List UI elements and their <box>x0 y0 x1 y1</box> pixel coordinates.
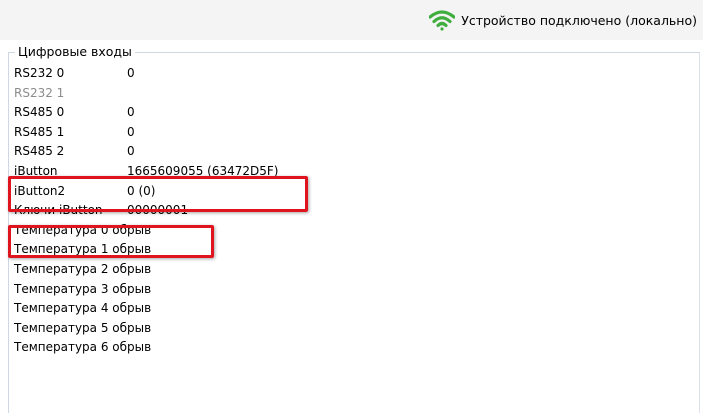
input-value: 0 (0) <box>127 183 156 198</box>
list-item: iButton 1665609055 (63472D5F) <box>14 162 278 180</box>
list-item: Температура 4 обрыв <box>14 299 151 317</box>
input-label: Температура 2 обрыв <box>14 262 152 276</box>
input-label: RS485 2 <box>14 144 65 159</box>
input-value: 0 <box>127 124 135 139</box>
list-item: iButton2 0 (0) <box>14 182 155 200</box>
list-item: RS485 0 0 <box>14 103 135 121</box>
input-label: Температура 0 обрыв <box>14 222 152 237</box>
list-item: RS485 1 0 <box>14 123 135 141</box>
input-value: 0 <box>127 144 135 159</box>
wifi-signal-icon <box>429 10 456 31</box>
input-value: 1665609055 (63472D5F) <box>127 164 279 178</box>
list-item: Температура 2 обрыв <box>14 260 151 278</box>
connection-status-text: Устройство подключено (локально) <box>461 12 697 28</box>
input-label: Температура 6 обрыв <box>14 340 152 355</box>
status-bar: Устройство подключено (локально) <box>0 0 703 40</box>
input-label: Температура 3 обрыв <box>14 281 152 296</box>
list-item: Температура 0 обрыв <box>14 221 151 239</box>
input-label: iButton <box>14 164 58 178</box>
input-label: RS485 0 <box>14 105 65 120</box>
list-item: Ключи iButton 00000001 <box>14 201 188 219</box>
list-item: Температура 5 обрыв <box>14 319 151 337</box>
connection-status: Устройство подключено (локально) <box>429 9 697 31</box>
list-item: RS232 0 0 <box>14 64 135 82</box>
input-value: 0 <box>127 105 135 120</box>
input-label: Температура 5 обрыв <box>14 320 152 335</box>
list-item: RS485 2 0 <box>14 142 135 160</box>
input-label: RS485 1 <box>14 124 65 139</box>
group-title: Цифровые входы <box>15 43 135 61</box>
input-value: 0 <box>127 66 135 80</box>
list-item: Температура 3 обрыв <box>14 280 151 298</box>
input-label: RS232 1 <box>14 85 65 100</box>
list-item: Температура 6 обрыв <box>14 338 151 356</box>
input-label: Температура 4 обрыв <box>14 301 152 316</box>
input-label: iButton2 <box>14 183 66 198</box>
input-label: Ключи iButton <box>14 203 103 218</box>
input-label: Температура 1 обрыв <box>14 242 152 257</box>
input-label: RS232 0 <box>14 66 65 80</box>
list-item: Температура 1 обрыв <box>14 240 151 258</box>
input-value: 00000001 <box>127 203 189 218</box>
list-item: RS232 1 <box>14 84 64 102</box>
